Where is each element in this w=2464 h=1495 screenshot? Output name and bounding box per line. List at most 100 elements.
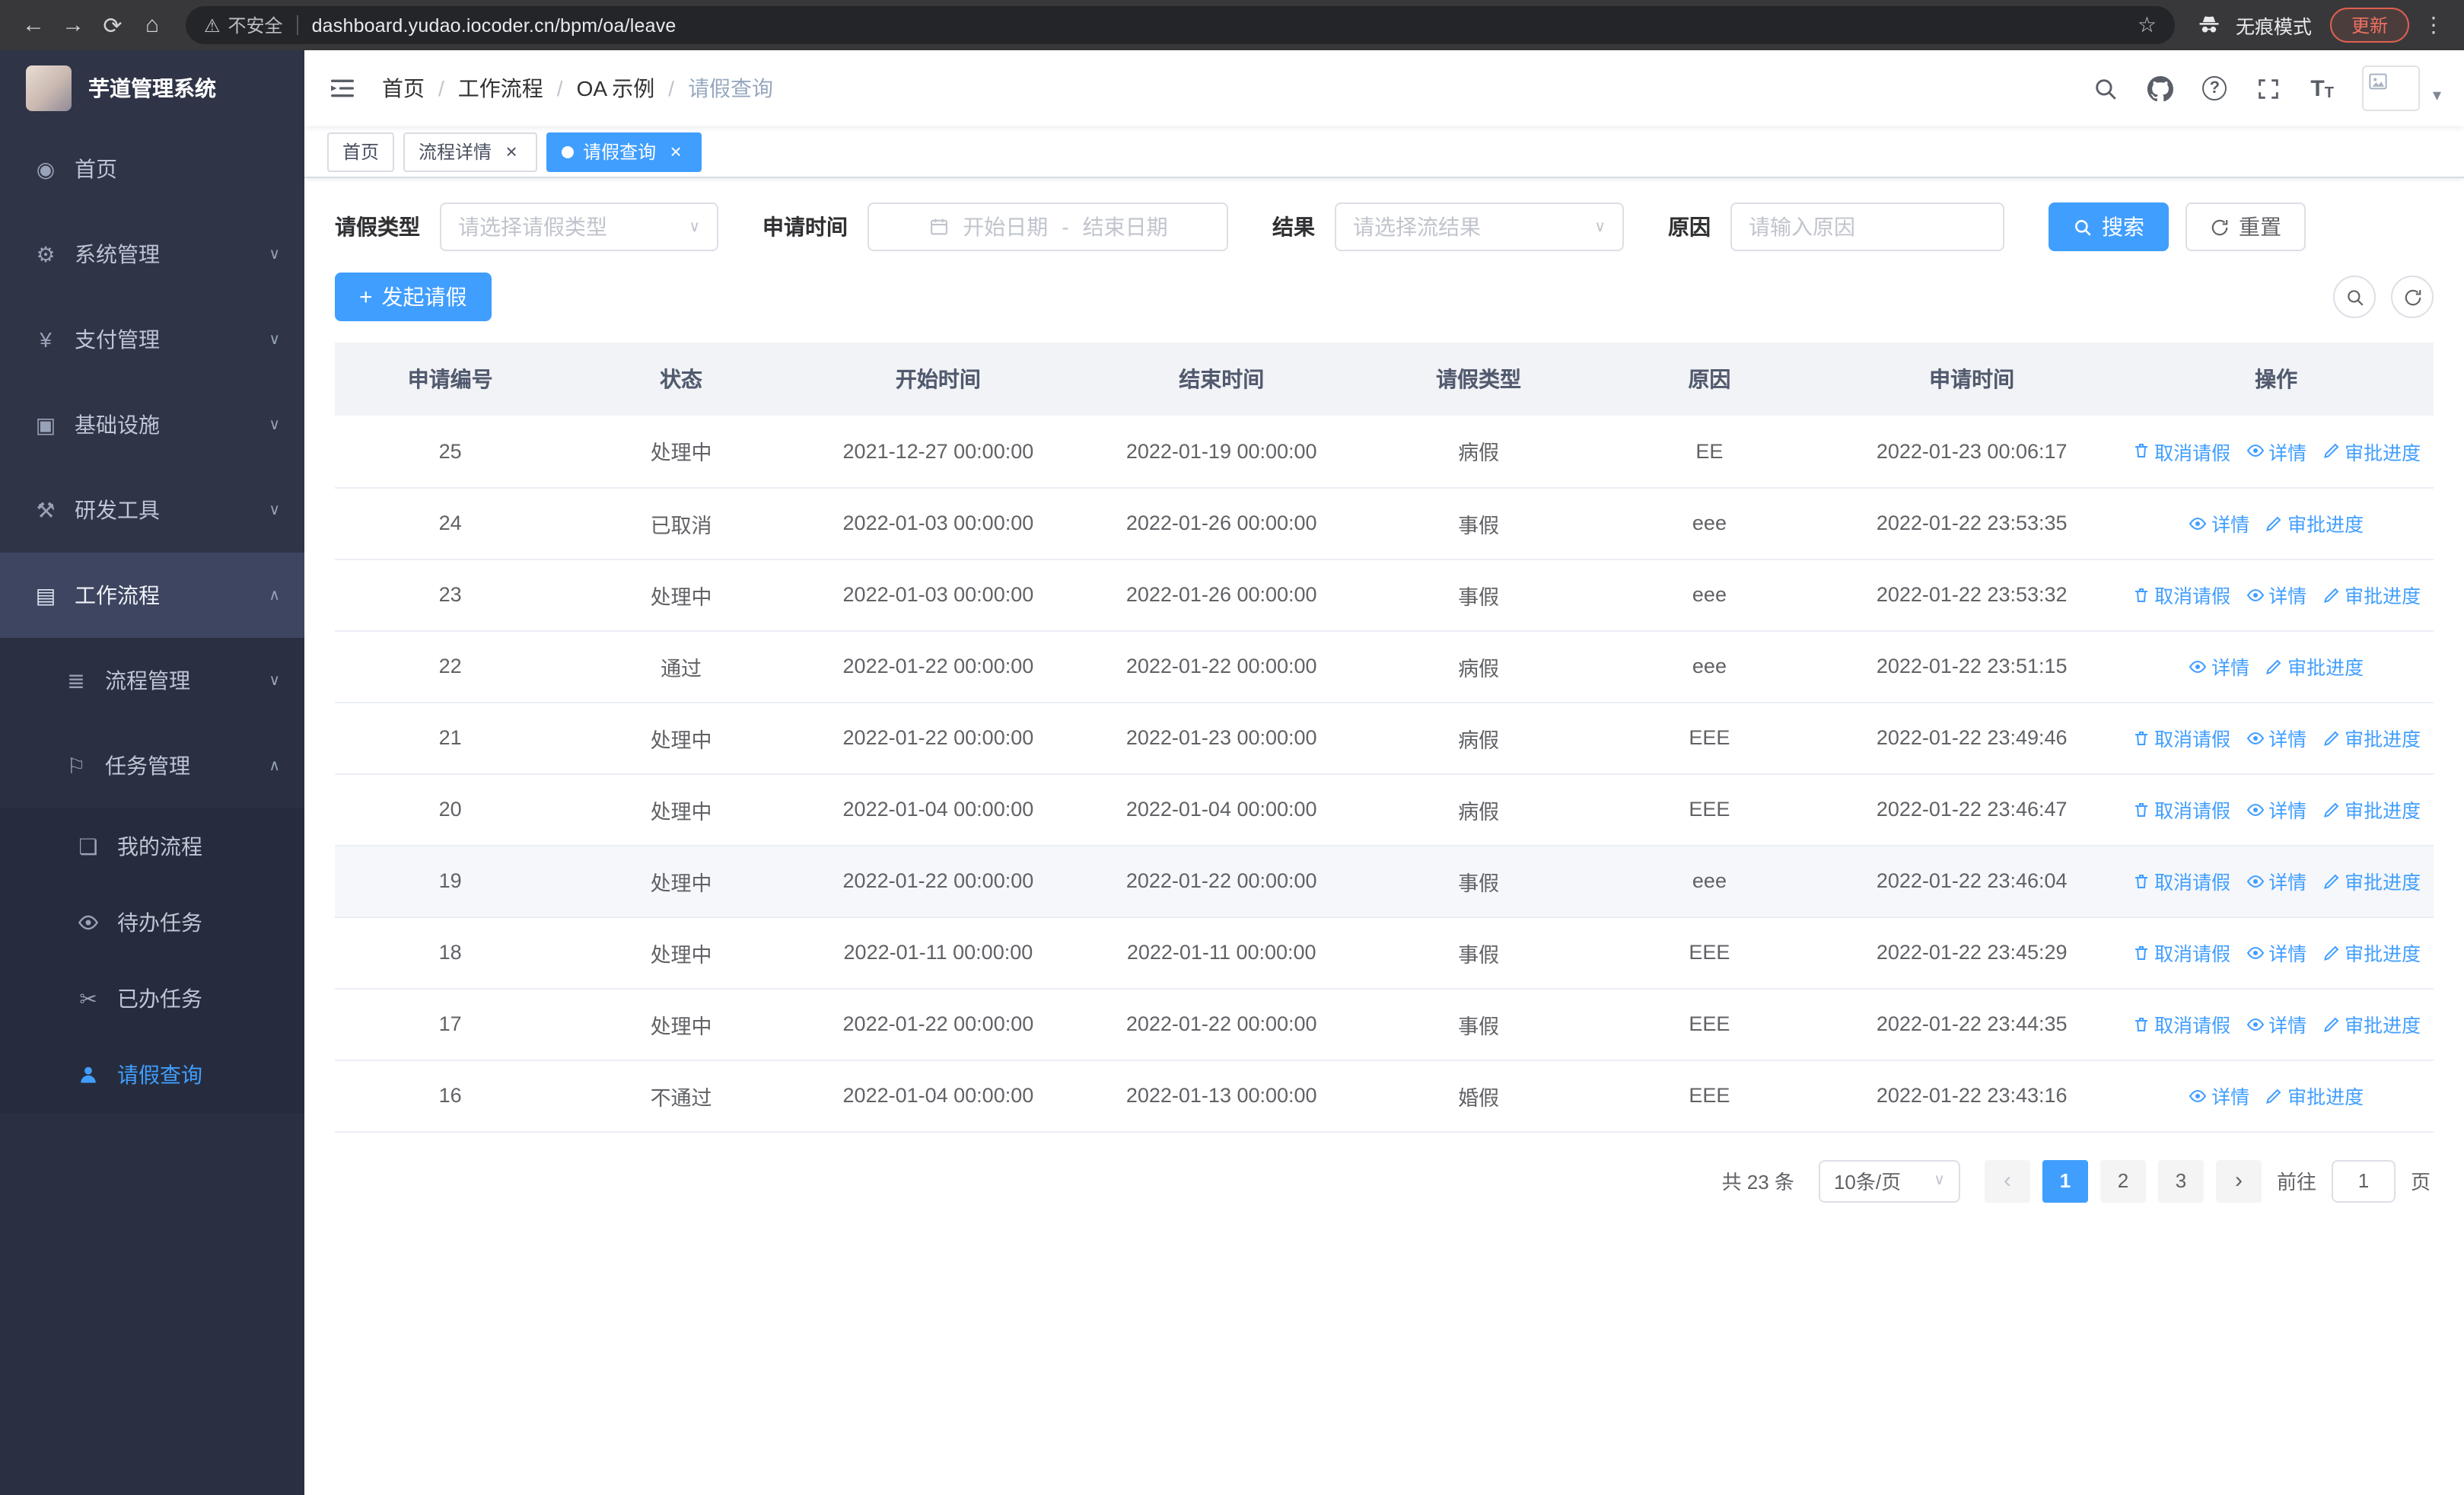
cancel-leave-link[interactable]: 取消请假 [2131,723,2230,752]
sidebar-item-workflow[interactable]: ▤ 工作流程 ∧ [0,553,304,638]
page-button-1[interactable]: 1 [2042,1159,2088,1202]
sidebar-item-leave-query[interactable]: 请假查询 [0,1037,304,1113]
kebab-menu-icon[interactable]: ⋮ [2423,12,2444,38]
cancel-leave-link[interactable]: 取消请假 [2131,1009,2230,1038]
create-leave-button[interactable]: + 发起请假 [335,273,492,321]
cancel-leave-link[interactable]: 取消请假 [2131,938,2230,967]
app-logo[interactable]: 芋道管理系统 [0,50,304,126]
breadcrumb-item[interactable]: OA 示例 [577,73,655,104]
detail-link[interactable]: 详情 [2246,437,2306,466]
chevron-up-icon: ∧ [269,757,280,774]
table-row: 21 处理中 2022-01-22 00:00:00 2022-01-23 00:00… [335,702,2434,774]
cell-applied: 2022-01-22 23:45:29 [1825,916,2119,989]
gear-icon: ⚙ [36,241,56,266]
detail-link[interactable]: 详情 [2246,580,2306,609]
detail-link[interactable]: 详情 [2246,938,2306,967]
sidebar-item-todo-tasks[interactable]: 待办任务 [0,885,304,961]
top-navbar: 首页 / 工作流程 / OA 示例 / 请假查询 ? TT ▾ [304,50,2464,126]
table-row: 16 不通过 2022-01-04 00:00:00 2022-01-13 00:00… [335,1060,2434,1132]
cancel-leave-link[interactable]: 取消请假 [2131,580,2230,609]
reset-button[interactable]: 重置 [2185,202,2306,251]
search-toggle-button[interactable] [2333,276,2376,318]
approval-progress-link[interactable]: 审批进度 [2265,652,2364,681]
detail-link[interactable]: 详情 [2189,1081,2249,1110]
detail-link[interactable]: 详情 [2246,1009,2306,1038]
breadcrumb-item[interactable]: 工作流程 [458,73,543,104]
forward-icon[interactable]: → [53,5,93,45]
bookmark-star-icon[interactable]: ☆ [2138,12,2157,38]
sidebar-item-process-management[interactable]: ≣ 流程管理 ∨ [0,638,304,723]
cell-start: 2022-01-22 00:00:00 [796,988,1081,1060]
approval-progress-link[interactable]: 审批进度 [2322,723,2421,752]
approval-progress-link[interactable]: 审批进度 [2322,580,2421,609]
cell-end: 2022-01-23 00:00:00 [1080,702,1364,774]
end-date-placeholder: 结束日期 [1082,215,1168,239]
header-search-icon[interactable] [2093,75,2119,101]
cancel-leave-link[interactable]: 取消请假 [2131,866,2230,895]
fullscreen-icon[interactable] [2255,75,2281,101]
tab-leave-query[interactable]: 请假查询 × [546,132,702,171]
update-button[interactable]: 更新 [2329,8,2409,43]
column-header: 状态 [565,343,797,416]
user-icon [73,1064,103,1085]
leave-type-select[interactable]: 请选择请假类型 ∨ [440,202,718,251]
sidebar-item-infrastructure[interactable]: ▣ 基础设施 ∨ [0,382,304,467]
page-button-2[interactable]: 2 [2099,1159,2146,1202]
eye-icon [2246,585,2264,604]
reload-icon[interactable]: ⟳ [93,5,132,45]
next-page-button[interactable]: › [2215,1159,2262,1202]
eye-icon [2246,943,2264,961]
apply-time-label: 申请时间 [762,215,848,239]
reason-input[interactable] [1749,215,1986,239]
refresh-table-button[interactable] [2391,276,2434,318]
back-icon[interactable]: ← [14,5,53,45]
approval-progress-link[interactable]: 审批进度 [2322,1009,2421,1038]
github-icon[interactable] [2147,75,2174,101]
cancel-leave-link[interactable]: 取消请假 [2131,437,2230,466]
approval-progress-link[interactable]: 审批进度 [2265,1081,2364,1110]
approval-progress-link[interactable]: 审批进度 [2322,795,2421,824]
user-avatar[interactable] [2362,65,2421,111]
cell-end: 2022-01-13 00:00:00 [1080,1060,1364,1132]
approval-progress-link[interactable]: 审批进度 [2265,508,2364,537]
apply-time-daterange[interactable]: 开始日期 - 结束日期 [867,202,1228,251]
page-button-3[interactable]: 3 [2157,1159,2204,1202]
close-icon[interactable]: × [665,141,686,162]
breadcrumb-item[interactable]: 首页 [382,73,425,104]
result-select[interactable]: 请选择流结果 ∨ [1335,202,1624,251]
approval-progress-link[interactable]: 审批进度 [2322,866,2421,895]
dashboard-icon: ◉ [36,156,56,180]
search-button[interactable]: 搜索 [2049,202,2169,251]
cancel-leave-link[interactable]: 取消请假 [2131,795,2230,824]
tab-process-detail[interactable]: 流程详情 × [403,132,538,171]
home-icon[interactable]: ⌂ [132,5,172,45]
approval-progress-link[interactable]: 审批进度 [2322,437,2421,466]
approval-progress-link[interactable]: 审批进度 [2322,938,2421,967]
sidebar-item-done-tasks[interactable]: ✂ 已办任务 [0,961,304,1037]
edit-icon [2265,1086,2283,1105]
goto-page-input[interactable] [2331,1159,2396,1202]
detail-link[interactable]: 详情 [2246,795,2306,824]
security-label: 不安全 [228,15,283,37]
help-icon[interactable]: ? [2202,76,2227,100]
prev-page-button[interactable]: ‹ [1984,1159,2030,1202]
sidebar-item-system-management[interactable]: ⚙ 系统管理 ∨ [0,212,304,297]
tab-home[interactable]: 首页 [327,132,395,171]
sidebar-item-home[interactable]: ◉ 首页 [0,126,304,212]
address-bar[interactable]: ⚠ 不安全 dashboard.yudao.iocoder.cn/bpm/oa/… [186,6,2175,44]
hamburger-icon[interactable] [327,73,358,104]
detail-link[interactable]: 详情 [2189,508,2249,537]
sidebar-item-dev-tools[interactable]: ⚒ 研发工具 ∨ [0,467,304,553]
detail-link[interactable]: 详情 [2246,866,2306,895]
sidebar-item-payment-management[interactable]: ¥ 支付管理 ∨ [0,297,304,382]
page-size-select[interactable]: 10条/页 ∨ [1818,1159,1960,1202]
cell-type: 事假 [1363,487,1594,559]
cell-end: 2022-01-11 00:00:00 [1080,916,1364,989]
sidebar-item-task-management[interactable]: ⚐ 任务管理 ∧ [0,723,304,808]
detail-link[interactable]: 详情 [2189,652,2249,681]
sidebar-item-my-process[interactable]: ❏ 我的流程 [0,808,304,885]
cell-reason: EEE [1593,916,1826,989]
font-size-icon[interactable]: TT [2310,75,2334,101]
detail-link[interactable]: 详情 [2246,723,2306,752]
close-icon[interactable]: × [501,141,522,162]
